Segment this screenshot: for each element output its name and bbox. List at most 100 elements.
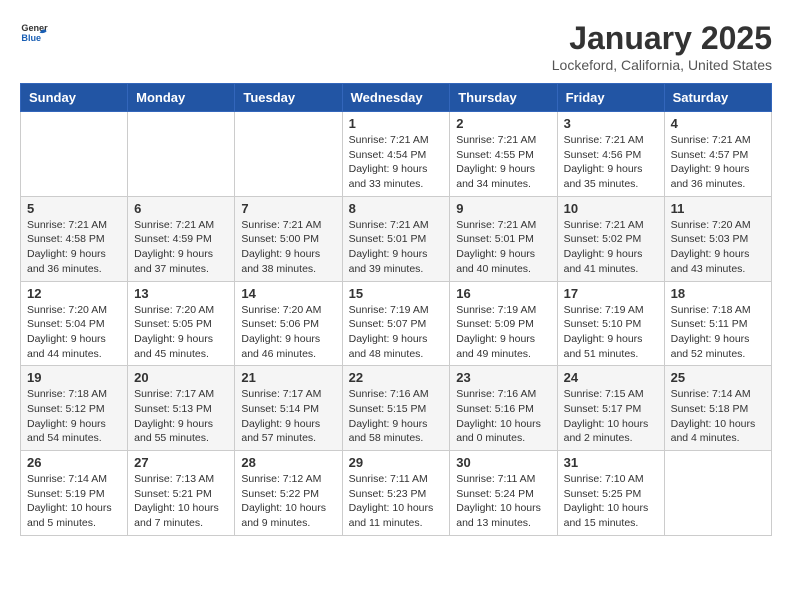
day-info: Sunrise: 7:20 AM Sunset: 5:05 PM Dayligh… (134, 303, 228, 362)
calendar-cell: 6 Sunrise: 7:21 AM Sunset: 4:59 PM Daylig… (128, 196, 235, 281)
day-number: 28 (241, 455, 335, 470)
day-number: 22 (349, 370, 444, 385)
calendar-cell (664, 451, 771, 536)
calendar-cell: 14 Sunrise: 7:20 AM Sunset: 5:06 PM Dayli… (235, 281, 342, 366)
weekday-header-row: SundayMondayTuesdayWednesdayThursdayFrid… (21, 84, 772, 112)
day-number: 8 (349, 201, 444, 216)
day-info: Sunrise: 7:12 AM Sunset: 5:22 PM Dayligh… (241, 472, 335, 531)
day-number: 6 (134, 201, 228, 216)
day-number: 21 (241, 370, 335, 385)
day-info: Sunrise: 7:17 AM Sunset: 5:14 PM Dayligh… (241, 387, 335, 446)
day-number: 13 (134, 286, 228, 301)
calendar-cell: 10 Sunrise: 7:21 AM Sunset: 5:02 PM Dayli… (557, 196, 664, 281)
day-info: Sunrise: 7:18 AM Sunset: 5:11 PM Dayligh… (671, 303, 765, 362)
calendar-cell: 4 Sunrise: 7:21 AM Sunset: 4:57 PM Daylig… (664, 112, 771, 197)
day-info: Sunrise: 7:21 AM Sunset: 4:55 PM Dayligh… (456, 133, 550, 192)
day-info: Sunrise: 7:15 AM Sunset: 5:17 PM Dayligh… (564, 387, 658, 446)
calendar-cell: 22Sunrise: 7:16 AM Sunset: 5:15 PM Dayli… (342, 366, 450, 451)
calendar-cell: 29 Sunrise: 7:11 AM Sunset: 5:23 PM Dayli… (342, 451, 450, 536)
day-number: 31 (564, 455, 658, 470)
day-info: Sunrise: 7:14 AM Sunset: 5:19 PM Dayligh… (27, 472, 121, 531)
logo: General Blue (20, 20, 48, 48)
calendar-cell: 27 Sunrise: 7:13 AM Sunset: 5:21 PM Dayli… (128, 451, 235, 536)
day-number: 27 (134, 455, 228, 470)
day-info: Sunrise: 7:21 AM Sunset: 4:54 PM Dayligh… (349, 133, 444, 192)
day-info: Sunrise: 7:21 AM Sunset: 4:57 PM Dayligh… (671, 133, 765, 192)
calendar-cell: 30 Sunrise: 7:11 AM Sunset: 5:24 PM Dayli… (450, 451, 557, 536)
calendar-cell: 26Sunrise: 7:14 AM Sunset: 5:19 PM Dayli… (21, 451, 128, 536)
day-number: 3 (564, 116, 658, 131)
day-info: Sunrise: 7:14 AM Sunset: 5:18 PM Dayligh… (671, 387, 765, 446)
day-number: 20 (134, 370, 228, 385)
weekday-header-friday: Friday (557, 84, 664, 112)
logo-icon: General Blue (20, 20, 48, 48)
weekday-header-tuesday: Tuesday (235, 84, 342, 112)
calendar-cell: 25Sunrise: 7:14 AM Sunset: 5:18 PM Dayli… (664, 366, 771, 451)
calendar-cell: 19 Sunrise: 7:18 AM Sunset: 5:12 PM Dayli… (21, 366, 128, 451)
day-info: Sunrise: 7:21 AM Sunset: 5:01 PM Dayligh… (349, 218, 444, 277)
calendar-cell: 5Sunrise: 7:21 AM Sunset: 4:58 PM Daylig… (21, 196, 128, 281)
weekday-header-monday: Monday (128, 84, 235, 112)
calendar-table: SundayMondayTuesdayWednesdayThursdayFrid… (20, 83, 772, 536)
day-number: 16 (456, 286, 550, 301)
page-header: General Blue January 2025 Lockeford, Cal… (20, 20, 772, 73)
day-number: 29 (349, 455, 444, 470)
day-number: 30 (456, 455, 550, 470)
week-row-5: 26Sunrise: 7:14 AM Sunset: 5:19 PM Dayli… (21, 451, 772, 536)
day-number: 18 (671, 286, 765, 301)
calendar-cell: 15 Sunrise: 7:19 AM Sunset: 5:07 PM Dayli… (342, 281, 450, 366)
weekday-header-sunday: Sunday (21, 84, 128, 112)
calendar-cell: 12 Sunrise: 7:20 AM Sunset: 5:04 PM Dayli… (21, 281, 128, 366)
title-section: January 2025 Lockeford, California, Unit… (552, 20, 772, 73)
weekday-header-saturday: Saturday (664, 84, 771, 112)
day-info: Sunrise: 7:16 AM Sunset: 5:16 PM Dayligh… (456, 387, 550, 446)
svg-text:Blue: Blue (21, 33, 41, 43)
calendar-cell: 11Sunrise: 7:20 AM Sunset: 5:03 PM Dayli… (664, 196, 771, 281)
day-info: Sunrise: 7:19 AM Sunset: 5:09 PM Dayligh… (456, 303, 550, 362)
day-info: Sunrise: 7:21 AM Sunset: 4:56 PM Dayligh… (564, 133, 658, 192)
day-number: 9 (456, 201, 550, 216)
day-number: 5 (27, 201, 121, 216)
day-info: Sunrise: 7:21 AM Sunset: 5:02 PM Dayligh… (564, 218, 658, 277)
weekday-header-thursday: Thursday (450, 84, 557, 112)
day-number: 10 (564, 201, 658, 216)
day-info: Sunrise: 7:20 AM Sunset: 5:06 PM Dayligh… (241, 303, 335, 362)
calendar-cell: 1Sunrise: 7:21 AM Sunset: 4:54 PM Daylig… (342, 112, 450, 197)
calendar-cell: 3 Sunrise: 7:21 AM Sunset: 4:56 PM Daylig… (557, 112, 664, 197)
day-info: Sunrise: 7:21 AM Sunset: 4:59 PM Dayligh… (134, 218, 228, 277)
day-number: 12 (27, 286, 121, 301)
calendar-cell: 31 Sunrise: 7:10 AM Sunset: 5:25 PM Dayli… (557, 451, 664, 536)
day-info: Sunrise: 7:17 AM Sunset: 5:13 PM Dayligh… (134, 387, 228, 446)
day-number: 11 (671, 201, 765, 216)
day-number: 24 (564, 370, 658, 385)
day-number: 19 (27, 370, 121, 385)
week-row-4: 19 Sunrise: 7:18 AM Sunset: 5:12 PM Dayli… (21, 366, 772, 451)
week-row-1: 1Sunrise: 7:21 AM Sunset: 4:54 PM Daylig… (21, 112, 772, 197)
calendar-cell (21, 112, 128, 197)
day-info: Sunrise: 7:19 AM Sunset: 5:10 PM Dayligh… (564, 303, 658, 362)
weekday-header-wednesday: Wednesday (342, 84, 450, 112)
calendar-subtitle: Lockeford, California, United States (552, 57, 772, 73)
day-info: Sunrise: 7:19 AM Sunset: 5:07 PM Dayligh… (349, 303, 444, 362)
day-info: Sunrise: 7:18 AM Sunset: 5:12 PM Dayligh… (27, 387, 121, 446)
day-info: Sunrise: 7:21 AM Sunset: 5:00 PM Dayligh… (241, 218, 335, 277)
day-info: Sunrise: 7:11 AM Sunset: 5:24 PM Dayligh… (456, 472, 550, 531)
week-row-2: 5Sunrise: 7:21 AM Sunset: 4:58 PM Daylig… (21, 196, 772, 281)
calendar-cell: 18 Sunrise: 7:18 AM Sunset: 5:11 PM Dayli… (664, 281, 771, 366)
day-number: 4 (671, 116, 765, 131)
day-info: Sunrise: 7:21 AM Sunset: 5:01 PM Dayligh… (456, 218, 550, 277)
day-info: Sunrise: 7:20 AM Sunset: 5:04 PM Dayligh… (27, 303, 121, 362)
week-row-3: 12 Sunrise: 7:20 AM Sunset: 5:04 PM Dayli… (21, 281, 772, 366)
calendar-cell: 28 Sunrise: 7:12 AM Sunset: 5:22 PM Dayli… (235, 451, 342, 536)
calendar-title: January 2025 (552, 20, 772, 57)
day-number: 2 (456, 116, 550, 131)
day-info: Sunrise: 7:13 AM Sunset: 5:21 PM Dayligh… (134, 472, 228, 531)
calendar-cell: 2 Sunrise: 7:21 AM Sunset: 4:55 PM Daylig… (450, 112, 557, 197)
day-number: 15 (349, 286, 444, 301)
day-number: 23 (456, 370, 550, 385)
day-info: Sunrise: 7:10 AM Sunset: 5:25 PM Dayligh… (564, 472, 658, 531)
calendar-cell: 13 Sunrise: 7:20 AM Sunset: 5:05 PM Dayli… (128, 281, 235, 366)
calendar-cell: 9 Sunrise: 7:21 AM Sunset: 5:01 PM Daylig… (450, 196, 557, 281)
day-info: Sunrise: 7:11 AM Sunset: 5:23 PM Dayligh… (349, 472, 444, 531)
day-number: 14 (241, 286, 335, 301)
